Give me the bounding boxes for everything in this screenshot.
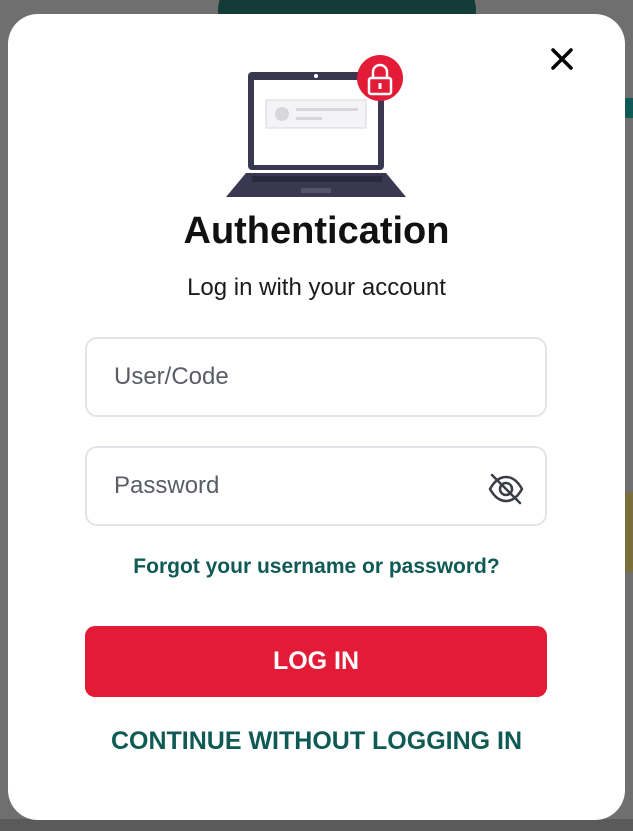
close-button[interactable] [548, 45, 576, 73]
toggle-password-visibility-button[interactable] [487, 472, 525, 506]
close-icon [551, 48, 573, 70]
user-input[interactable] [89, 341, 479, 413]
modal-subtitle: Log in with your account [187, 274, 446, 301]
password-field [85, 446, 547, 526]
continue-without-login-link[interactable]: CONTINUE WITHOUT LOGGING IN [8, 727, 625, 756]
modal-title: Authentication [183, 210, 450, 252]
user-field [85, 337, 547, 417]
forgot-credentials-link[interactable]: Forgot your username or password? [8, 555, 625, 579]
password-input[interactable] [89, 450, 479, 522]
laptop-lock-illustration [226, 55, 406, 197]
auth-modal: Authentication Log in with your account … [8, 14, 625, 820]
eye-off-icon [488, 473, 524, 505]
login-button[interactable]: LOG IN [85, 626, 547, 697]
background-footer [0, 819, 633, 831]
